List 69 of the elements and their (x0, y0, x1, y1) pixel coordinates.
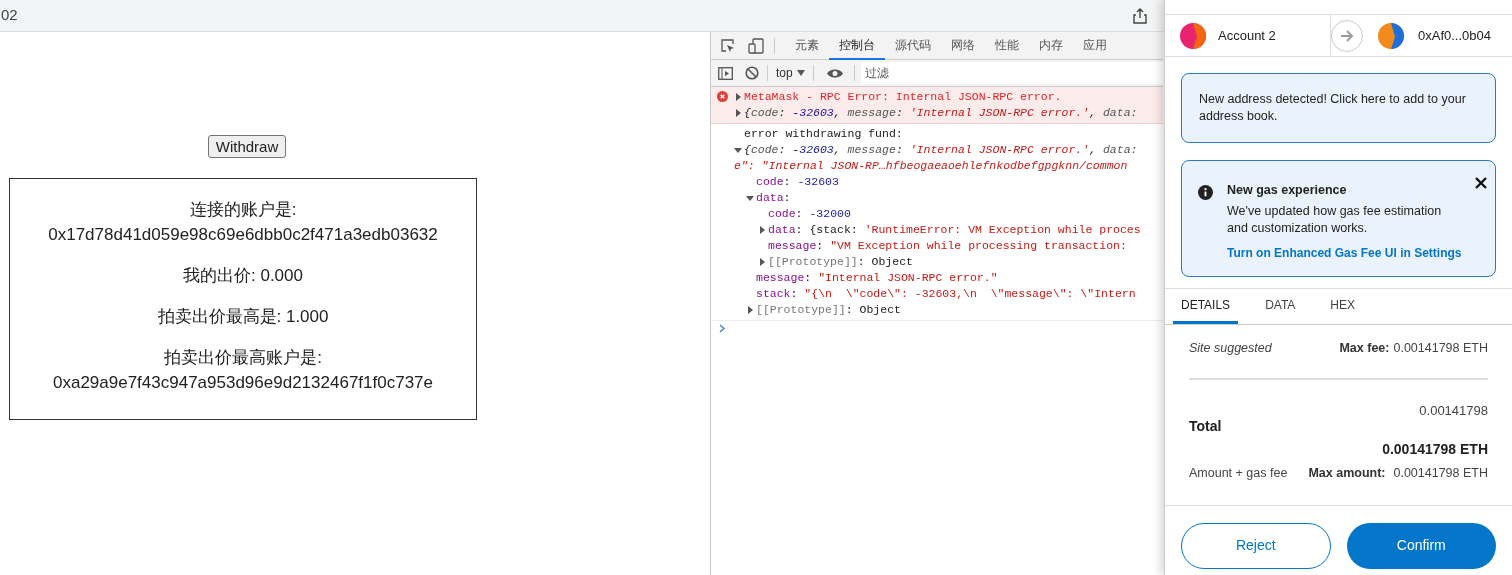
confirm-button[interactable]: Confirm (1346, 522, 1496, 569)
arrow-right-icon (1340, 30, 1354, 42)
devtools-tab[interactable]: 内存 (1029, 32, 1073, 60)
recipient-address: 0xAf0...0b04 (1418, 26, 1491, 45)
total-amount: 0.00141798 (1419, 401, 1488, 420)
address-text: 02 (1, 5, 18, 26)
inspect-icon[interactable] (720, 37, 736, 54)
withdraw-button[interactable]: Withdraw (207, 135, 287, 158)
expand-caret-icon[interactable] (734, 146, 742, 154)
info-text: 拍卖出价最高账户是: (164, 347, 322, 369)
caret-icon (796, 70, 805, 76)
console-line: e": "Internal JSON-RP…hfbeogaeaoehlefnkodbefgpgknn/common (734, 158, 1128, 174)
account-avatar-icon (1378, 22, 1404, 49)
notice-text: We've updated how gas fee estimation and customization works. (1227, 202, 1443, 237)
max-fee-label: Max fee: (1339, 339, 1390, 357)
devtools-tab[interactable]: 性能 (985, 32, 1029, 60)
settings-link[interactable]: Turn on Enhanced Gas Fee UI in Settings (1227, 243, 1462, 262)
filter-field[interactable]: 过滤 (860, 62, 1163, 84)
devtools-tab[interactable]: 源代码 (885, 32, 941, 60)
max-amount-label: Max amount: (1308, 465, 1386, 482)
console-line: message: "VM Exception while processing transaction: (768, 238, 1127, 254)
notice-title: New gas experience (1227, 182, 1348, 199)
address-notice[interactable]: New address detected! Click here to add to your address book. (1181, 73, 1496, 143)
max-amount-value: 0.00141798 ETH (1393, 465, 1488, 482)
console-line: [[Prototype]]: Object (768, 254, 913, 270)
share-icon[interactable] (1133, 7, 1147, 24)
info-text: 连接的账户是: (189, 199, 297, 221)
notice-text: New address detected! Click here to add to your address book. (1199, 91, 1467, 125)
console-line: code: -32000 (768, 206, 851, 222)
context-dropdown[interactable]: top (776, 64, 805, 82)
devtools-tab[interactable]: 元素 (785, 32, 829, 60)
eye-icon[interactable] (825, 67, 844, 79)
account-name: Account 2 (1218, 26, 1276, 45)
devtools-tab[interactable]: 网络 (941, 32, 985, 60)
close-icon[interactable] (1475, 177, 1488, 189)
prompt-chevron-icon (719, 324, 726, 333)
console-line: data: (756, 190, 791, 206)
error-icon (717, 91, 728, 102)
expand-caret-icon[interactable] (746, 194, 754, 202)
total-amount-eth: 0.00141798 ETH (1382, 440, 1488, 459)
console-line: data: {stack: 'RuntimeError: VM Exception while proces (768, 222, 1141, 238)
sidebar-toggle-icon[interactable] (718, 66, 733, 80)
transaction-tab[interactable]: HEX (1322, 288, 1364, 324)
info-text: 我的出价: 0.000 (183, 265, 303, 287)
info-text: 拍卖出价最高是: 1.000 (157, 306, 329, 328)
clear-console-icon[interactable] (745, 66, 759, 80)
info-text: 0xa29a9e7f43c947a953d96e9d2132467f1f0c737e (52, 372, 433, 394)
console-line: MetaMask - RPC Error: Internal JSON-RPC error. (744, 89, 1062, 105)
console-line: stack: "{\n \"code\": -32603,\n \"message\": \"Intern (756, 286, 1136, 302)
transaction-tab[interactable]: DATA (1257, 288, 1304, 324)
total-label: Total (1189, 417, 1222, 436)
console-line: [[Prototype]]: Object (756, 302, 901, 318)
collapse-caret-icon[interactable] (758, 226, 766, 234)
console-line: code: -32603 (756, 174, 839, 190)
account-avatar-icon (1180, 22, 1206, 49)
devtools-tab[interactable]: 应用 (1073, 32, 1117, 60)
console-line: {code: -32603, message: 'Internal JSON-RPC error.', data: (744, 105, 1138, 121)
info-icon (1198, 185, 1213, 200)
console-line: message: "Internal JSON-RPC error." (756, 270, 998, 286)
collapse-caret-icon[interactable] (758, 258, 766, 266)
info-text: 0x17d78d41d059e98c69e6dbb0c2f471a3edb03632 (48, 224, 438, 246)
collapse-caret-icon[interactable] (746, 306, 754, 314)
transaction-tab[interactable]: DETAILS (1173, 288, 1239, 324)
fee-note: Site suggested (1189, 339, 1272, 357)
console-line: {code: -32603, message: 'Internal JSON-RPC error.', data: (744, 142, 1138, 158)
device-toggle-icon[interactable] (748, 37, 764, 54)
max-fee-value: 0.00141798 ETH (1393, 339, 1488, 357)
console-line: error withdrawing fund: (744, 126, 903, 142)
total-sub-label: Amount + gas fee (1189, 465, 1288, 482)
